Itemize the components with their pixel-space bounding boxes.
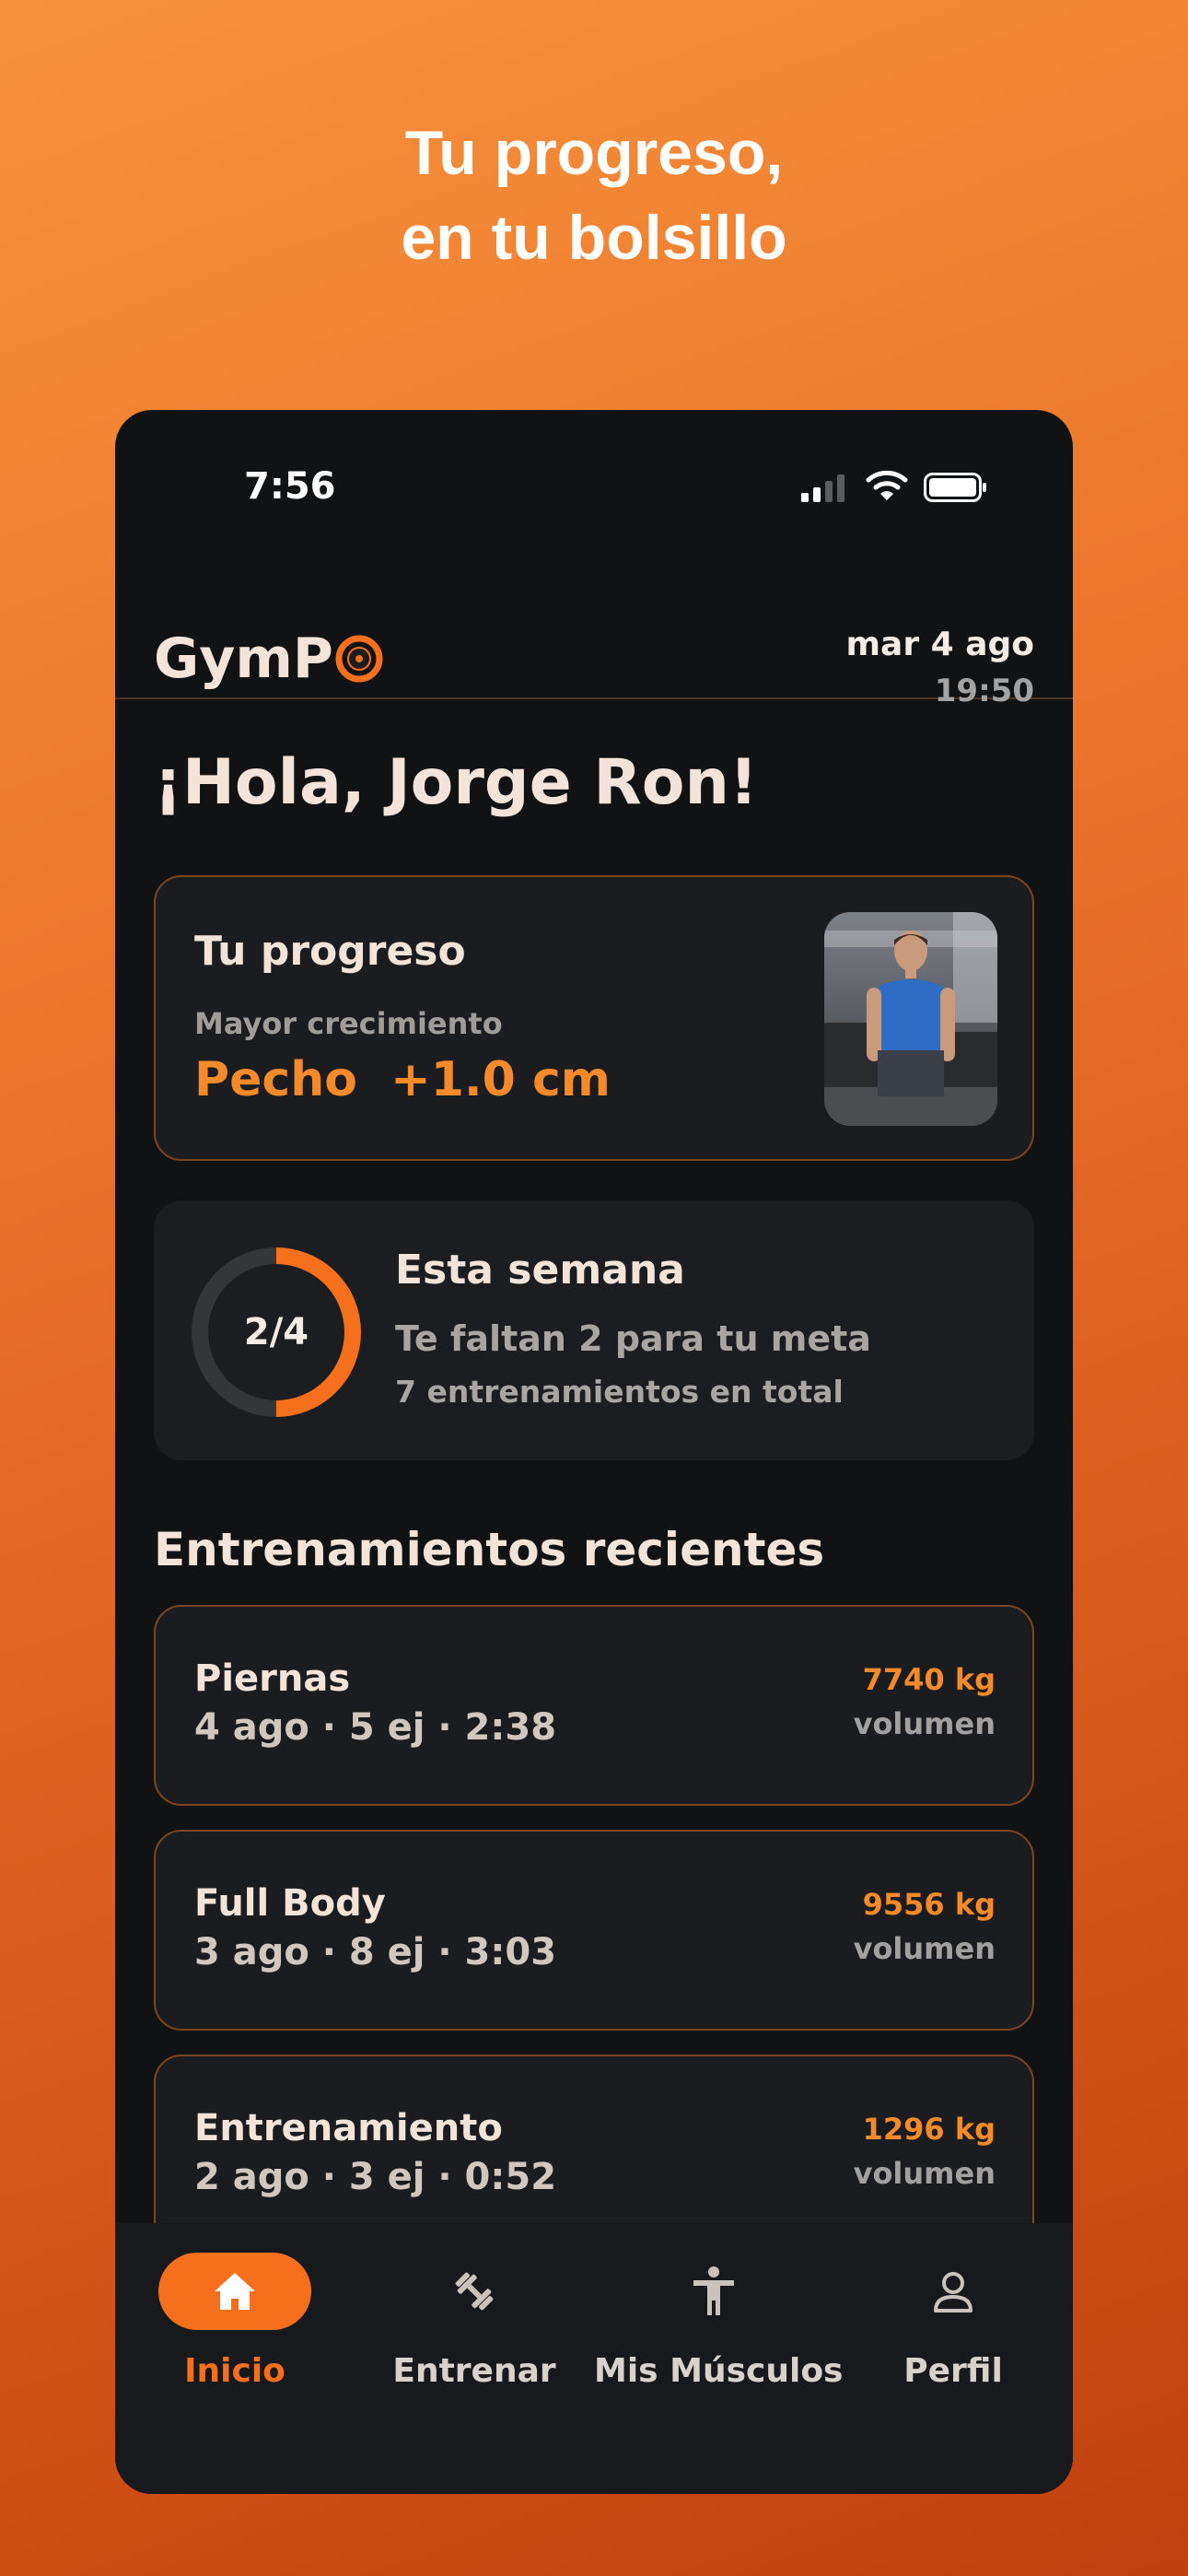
- home-icon: [215, 2273, 255, 2310]
- workout-name: Entrenamiento: [194, 2107, 503, 2149]
- wifi-icon: [866, 470, 908, 500]
- bottom-tab-bar: Inicio Entrenar Mis Músculos Perfil: [115, 2223, 1073, 2494]
- battery-icon: [924, 473, 986, 502]
- headline-line-1: Tu progreso,: [404, 118, 784, 188]
- user-icon: [934, 2272, 973, 2313]
- tab-inicio[interactable]: Inicio: [115, 2223, 355, 2407]
- tab-icon-holder: [637, 2253, 790, 2330]
- tab-icon-holder: [877, 2253, 1030, 2330]
- headline-line-2: en tu bolsillo: [401, 203, 787, 273]
- workout-card[interactable]: Piernas 4 ago · 5 ej · 2:38 7740 kg volu…: [154, 1605, 1034, 1806]
- marketing-headline: Tu progreso, en tu bolsillo: [0, 111, 1188, 280]
- gym-person-photo: [824, 912, 997, 1126]
- tab-label: Mis Músculos: [594, 2352, 844, 2390]
- workout-volume: 7740 kg: [862, 1662, 996, 1697]
- progress-card[interactable]: Tu progreso Mayor crecimiento Pecho +1.0…: [154, 875, 1034, 1161]
- week-subtitle: Te faltan 2 para tu meta: [395, 1318, 871, 1359]
- week-title: Esta semana: [395, 1247, 685, 1294]
- weekly-progress-label: 2/4: [243, 1311, 309, 1353]
- workout-card[interactable]: Full Body 3 ago · 8 ej · 3:03 9556 kg vo…: [154, 1830, 1034, 2031]
- weight-plate-icon: [335, 635, 383, 683]
- workout-volume-label: volumen: [853, 2156, 996, 2191]
- status-time: 7:56: [244, 465, 336, 508]
- progress-title: Tu progreso: [194, 928, 466, 975]
- logo-text: GymP: [154, 626, 333, 691]
- dumbbell-icon: [455, 2272, 494, 2311]
- app-header: GymP mar 4 ago 19:50: [115, 567, 1073, 709]
- body-icon: [693, 2266, 734, 2315]
- header-date: mar 4 ago: [845, 626, 1034, 663]
- recent-workouts-title: Entrenamientos recientes: [154, 1523, 825, 1576]
- progress-photo[interactable]: [824, 912, 997, 1126]
- progress-value: Pecho +1.0 cm: [194, 1052, 611, 1107]
- workout-meta: 3 ago · 8 ej · 3:03: [194, 1931, 557, 1973]
- tab-icon-holder: [398, 2253, 551, 2330]
- workout-volume-label: volumen: [853, 1706, 996, 1741]
- app-logo: GymP: [154, 622, 383, 696]
- weekly-goal-card[interactable]: 2/4 Esta semana Te faltan 2 para tu meta…: [154, 1200, 1034, 1460]
- workout-meta: 4 ago · 5 ej · 2:38: [194, 1706, 557, 1749]
- workout-name: Piernas: [194, 1657, 351, 1700]
- tab-label: Inicio: [184, 2352, 285, 2390]
- workout-volume: 9556 kg: [862, 1887, 996, 1922]
- tab-label: Perfil: [903, 2352, 1003, 2390]
- header-datetime: mar 4 ago 19:50: [846, 622, 1034, 714]
- week-total: 7 entrenamientos en total: [395, 1374, 844, 1410]
- cellular-signal-icon: [801, 474, 844, 502]
- workout-name: Full Body: [194, 1882, 386, 1925]
- tab-active-pill: [158, 2253, 311, 2330]
- tab-perfil[interactable]: Perfil: [833, 2223, 1073, 2407]
- header-clock: 19:50: [934, 673, 1034, 709]
- status-bar: 7:56: [115, 410, 1073, 567]
- workout-volume-label: volumen: [853, 1931, 996, 1966]
- workout-volume: 1296 kg: [862, 2112, 996, 2147]
- tab-label: Entrenar: [392, 2352, 556, 2390]
- tab-mis-musculos[interactable]: Mis Músculos: [594, 2223, 844, 2407]
- phone-screen: 7:56 GymP mar 4 ago 19:50 ¡Hola, Jorge R…: [115, 410, 1073, 2494]
- progress-subtitle: Mayor crecimiento: [194, 1006, 503, 1041]
- greeting: ¡Hola, Jorge Ron!: [154, 746, 758, 819]
- tab-entrenar[interactable]: Entrenar: [355, 2223, 594, 2407]
- workout-meta: 2 ago · 3 ej · 0:52: [194, 2156, 557, 2198]
